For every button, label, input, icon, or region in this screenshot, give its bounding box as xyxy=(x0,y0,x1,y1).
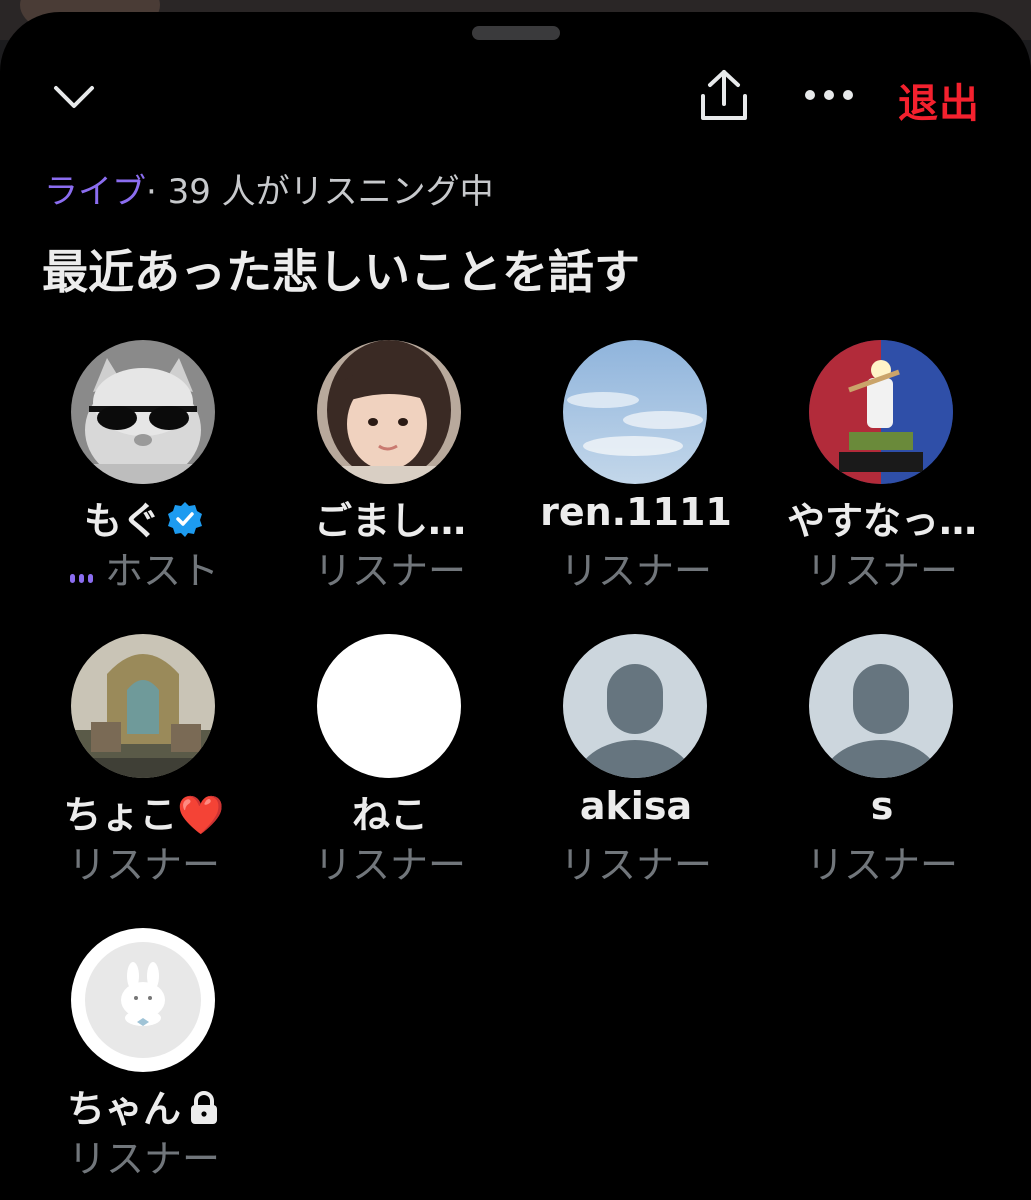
baseball-card-avatar xyxy=(809,340,953,484)
participant-role: リスナー xyxy=(805,549,958,593)
participant-name: やすなっ… xyxy=(786,499,977,543)
participants-grid: もぐ ホスト ごまし… リスナー ren.1111 リスナー やすなっ… リスナ… xyxy=(0,0,1031,1200)
cat-sunglasses-avatar xyxy=(71,340,215,484)
avatar xyxy=(317,634,461,778)
heart-emoji: ❤️ xyxy=(177,793,225,837)
participant-role: リスナー xyxy=(67,1137,220,1181)
participant-host[interactable]: もぐ ホスト xyxy=(24,340,264,600)
participant-listener[interactable]: ねこ リスナー xyxy=(270,634,510,894)
participant-name: ねこ xyxy=(351,793,428,837)
participant-role: ホスト xyxy=(24,540,264,596)
participant-name: ごまし… xyxy=(313,499,466,543)
participant-listener[interactable]: ごまし… リスナー xyxy=(270,340,510,600)
avatar xyxy=(809,340,953,484)
participant-name: akisa xyxy=(579,784,693,828)
girl-photo-avatar xyxy=(317,340,461,484)
participant-name: ren.1111 xyxy=(540,490,732,534)
participant-listener[interactable]: ちゃん リスナー xyxy=(24,928,264,1188)
fantasy-building-avatar xyxy=(71,634,215,778)
participant-listener[interactable]: やすなっ… リスナー xyxy=(762,340,1002,600)
default-profile-avatar xyxy=(809,634,953,778)
participant-role: リスナー xyxy=(313,549,466,593)
participant-role: リスナー xyxy=(67,843,220,887)
participant-name: もぐ xyxy=(24,490,264,547)
speaking-indicator-icon xyxy=(69,552,95,596)
sky-avatar xyxy=(563,340,707,484)
avatar xyxy=(71,634,215,778)
avatar xyxy=(71,340,215,484)
avatar xyxy=(563,634,707,778)
participant-listener[interactable]: ren.1111 リスナー xyxy=(516,340,756,600)
participant-listener[interactable]: s リスナー xyxy=(762,634,1002,894)
participant-role: リスナー xyxy=(313,843,466,887)
participant-role: リスナー xyxy=(559,843,712,887)
avatar xyxy=(809,634,953,778)
avatar xyxy=(317,340,461,484)
participant-name: ちょこ❤️ xyxy=(63,793,225,837)
participant-role: リスナー xyxy=(805,843,958,887)
participant-role: リスナー xyxy=(559,549,712,593)
participant-listener[interactable]: akisa リスナー xyxy=(516,634,756,894)
avatar xyxy=(563,340,707,484)
participant-listener[interactable]: ちょこ❤️ リスナー xyxy=(24,634,264,894)
bunny-avatar xyxy=(85,942,201,1058)
default-profile-avatar xyxy=(563,634,707,778)
participant-name: s xyxy=(870,784,894,828)
avatar xyxy=(71,928,215,1072)
participant-name: ちゃん xyxy=(24,1078,264,1135)
